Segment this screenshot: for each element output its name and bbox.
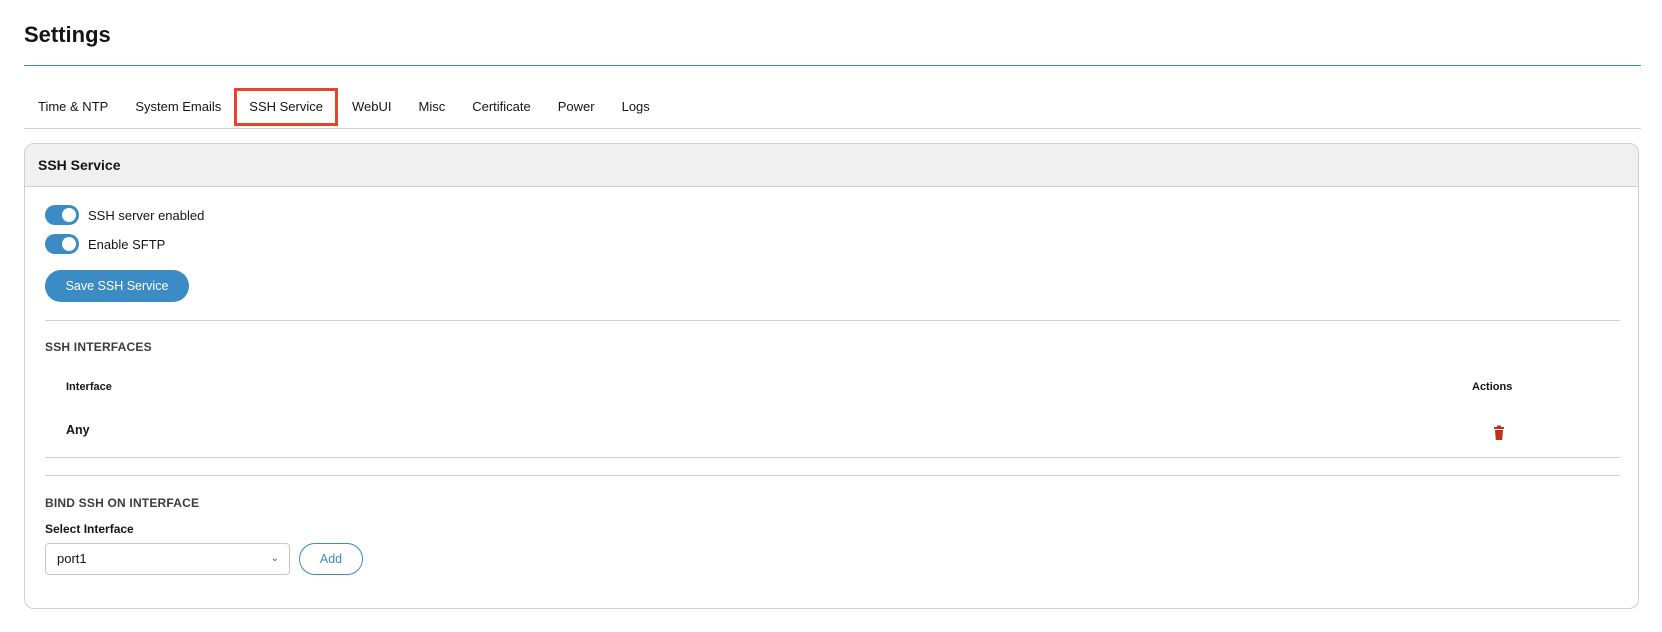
tab-power[interactable]: Power <box>544 88 608 126</box>
tab-logs[interactable]: Logs <box>608 88 663 126</box>
sftp-toggle-row: Enable SFTP <box>45 234 165 254</box>
tab-webui[interactable]: WebUI <box>338 88 405 126</box>
trash-icon[interactable] <box>1491 425 1507 441</box>
bind-ssh-heading: BIND SSH ON INTERFACE <box>45 496 200 510</box>
tab-certificate[interactable]: Certificate <box>458 88 544 126</box>
ssh-server-enabled-toggle[interactable] <box>45 205 79 225</box>
column-header-actions: Actions <box>1472 381 1513 393</box>
ssh-interfaces-heading: SSH INTERFACES <box>45 340 152 354</box>
add-interface-button[interactable]: Add <box>299 543 363 575</box>
tab-misc[interactable]: Misc <box>404 88 458 126</box>
settings-page: Settings Time & NTP System Emails SSH Se… <box>0 0 1662 632</box>
interface-cell: Any <box>66 423 90 437</box>
divider <box>45 320 1620 321</box>
toggle-knob <box>62 208 76 222</box>
interface-select-value: port1 <box>57 551 87 566</box>
settings-tabs: Time & NTP System Emails SSH Service Web… <box>24 88 1641 129</box>
ssh-server-enabled-label: SSH server enabled <box>88 207 205 223</box>
enable-sftp-toggle[interactable] <box>45 234 79 254</box>
tab-time-ntp[interactable]: Time & NTP <box>24 88 121 126</box>
toggle-knob <box>62 237 76 251</box>
title-divider <box>24 65 1641 66</box>
card-title: SSH Service <box>25 144 1638 187</box>
select-interface-label: Select Interface <box>45 522 134 536</box>
page-title: Settings <box>24 22 111 47</box>
divider <box>45 475 1620 476</box>
ssh-service-card: SSH Service SSH server enabled Enable SF… <box>24 143 1639 609</box>
column-header-interface: Interface <box>66 381 112 393</box>
enable-sftp-label: Enable SFTP <box>88 236 166 252</box>
save-ssh-service-button[interactable]: Save SSH Service <box>45 270 189 302</box>
tab-system-emails[interactable]: System Emails <box>121 88 234 126</box>
interface-select[interactable]: port1 ⌄ <box>45 543 290 575</box>
ssh-server-toggle-row: SSH server enabled <box>45 205 204 225</box>
chevron-down-icon: ⌄ <box>270 553 279 564</box>
tab-ssh-service[interactable]: SSH Service <box>234 88 338 126</box>
divider <box>45 457 1620 458</box>
